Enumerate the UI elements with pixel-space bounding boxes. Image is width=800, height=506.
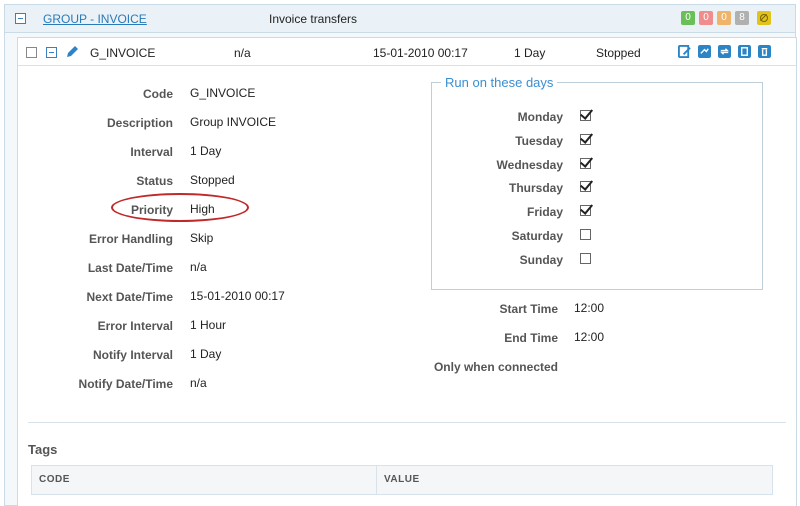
row-last-run: n/a — [234, 46, 251, 60]
tags-column-separator — [376, 466, 377, 494]
notify-datetime-value: n/a — [190, 376, 207, 390]
last-datetime-value: n/a — [190, 260, 207, 274]
day-checkbox-saturday[interactable] — [580, 229, 591, 240]
pencil-icon[interactable] — [65, 45, 79, 59]
day-label-thursday: Thursday — [508, 181, 563, 195]
row-name: G_INVOICE — [90, 46, 156, 60]
group-link[interactable]: GROUP - INVOICE — [43, 12, 147, 26]
transfer-icon[interactable] — [698, 45, 711, 58]
counter-badge-green: 0 — [681, 11, 695, 25]
next-datetime-value: 15-01-2010 00:17 — [190, 289, 285, 303]
start-time-label: Start Time — [499, 302, 558, 316]
day-label-monday: Monday — [517, 110, 563, 124]
row-status: Stopped — [596, 46, 641, 60]
code-label: Code — [143, 87, 173, 101]
day-label-tuesday: Tuesday — [515, 134, 563, 148]
last-datetime-label: Last Date/Time — [87, 261, 173, 275]
day-label-friday: Friday — [526, 205, 563, 219]
refresh-icon[interactable] — [718, 45, 731, 58]
interval-label: Interval — [130, 145, 173, 159]
edit-icon[interactable] — [678, 45, 691, 58]
next-datetime-label: Next Date/Time — [86, 290, 173, 304]
description-value: Group INVOICE — [190, 115, 277, 129]
tags-column-code[interactable]: CODE — [39, 466, 70, 494]
error-interval-value: 1 Hour — [190, 318, 227, 332]
counter-badge-red: 0 — [699, 11, 713, 25]
notify-datetime-label: Notify Date/Time — [78, 377, 173, 391]
day-checkbox-friday[interactable] — [580, 205, 591, 216]
row-next-run: 15-01-2010 00:17 — [373, 46, 468, 60]
priority-label: Priority — [130, 203, 173, 217]
tags-table: CODE VALUE — [31, 465, 773, 495]
day-label-wednesday: Wednesday — [496, 158, 563, 172]
section-divider — [28, 422, 786, 423]
job-card: G_INVOICE n/a 15-01-2010 00:17 1 Day Sto… — [17, 37, 797, 506]
priority-value: High — [190, 202, 215, 216]
row-interval: 1 Day — [514, 46, 546, 60]
status-value: Stopped — [190, 173, 235, 187]
counter-badge-gray: 8 — [735, 11, 749, 25]
counter-badge-orange: 0 — [717, 11, 731, 25]
error-interval-label: Error Interval — [97, 319, 173, 333]
description-label: Description — [106, 116, 173, 130]
error-handling-value: Skip — [190, 231, 214, 245]
ban-icon[interactable] — [757, 11, 771, 25]
tags-title: Tags — [28, 442, 58, 457]
group-description: Invoice transfers — [269, 12, 358, 26]
days-legend: Run on these days — [441, 75, 558, 90]
row-select-checkbox[interactable] — [26, 47, 37, 58]
collapse-group-button[interactable] — [15, 13, 26, 24]
page-icon[interactable] — [738, 45, 751, 58]
interval-value: 1 Day — [190, 144, 222, 158]
status-label: Status — [136, 174, 173, 188]
trash-icon[interactable] — [758, 45, 771, 58]
group-header: GROUP - INVOICE Invoice transfers 0 0 0 … — [5, 5, 795, 33]
notify-interval-value: 1 Day — [190, 347, 222, 361]
job-row: G_INVOICE n/a 15-01-2010 00:17 1 Day Sto… — [18, 38, 796, 66]
day-checkbox-wednesday[interactable] — [580, 158, 591, 169]
only-connected-label: Only when connected — [433, 360, 558, 374]
day-checkbox-sunday[interactable] — [580, 253, 591, 264]
notify-interval-label: Notify Interval — [92, 348, 173, 362]
collapse-row-button[interactable] — [46, 47, 57, 58]
error-handling-label: Error Handling — [88, 232, 173, 246]
day-label-saturday: Saturday — [511, 229, 563, 243]
day-checkbox-monday[interactable] — [580, 110, 591, 121]
day-label-sunday: Sunday — [519, 253, 563, 267]
day-checkbox-tuesday[interactable] — [580, 134, 591, 145]
end-time-value: 12:00 — [574, 330, 605, 344]
code-value: G_INVOICE — [190, 86, 256, 100]
group-panel: GROUP - INVOICE Invoice transfers 0 0 0 … — [4, 4, 797, 506]
end-time-label: End Time — [504, 331, 558, 345]
tags-column-value[interactable]: VALUE — [384, 466, 420, 494]
day-checkbox-thursday[interactable] — [580, 181, 591, 192]
start-time-value: 12:00 — [574, 301, 605, 315]
